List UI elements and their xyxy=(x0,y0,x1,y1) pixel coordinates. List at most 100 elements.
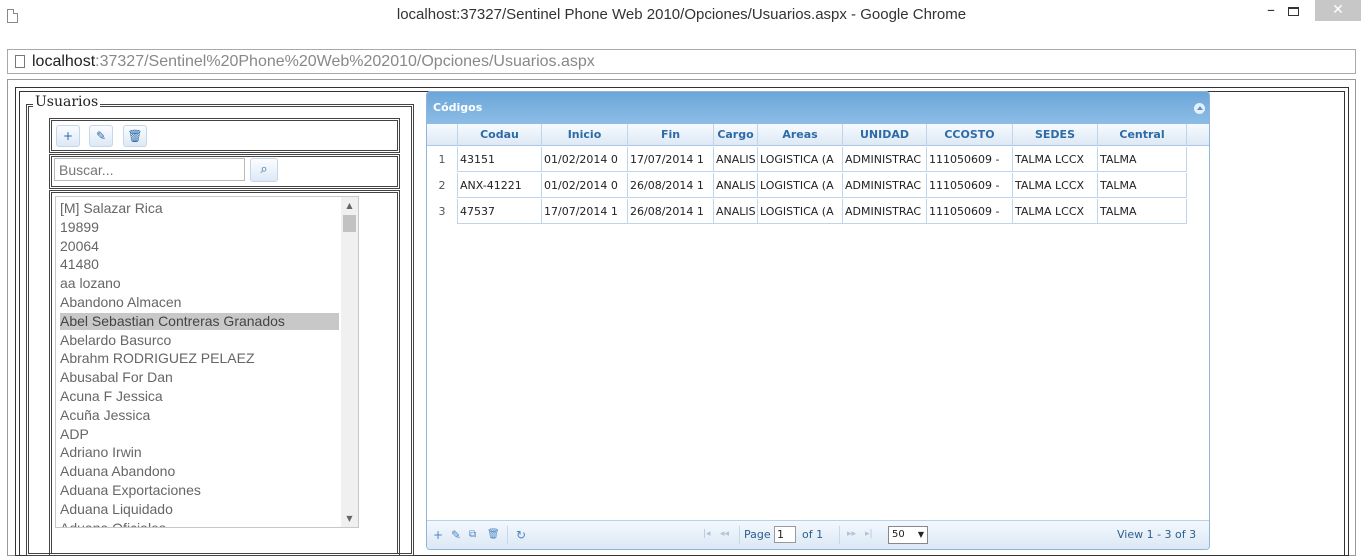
search-input[interactable] xyxy=(54,158,245,181)
user-list-item[interactable]: 41480 xyxy=(60,256,339,273)
user-list[interactable]: [M] Salazar Rica 19899 20064 41480 aa lozano… xyxy=(55,196,359,528)
row-number: 2 xyxy=(427,173,458,198)
user-list-item[interactable]: aa lozano xyxy=(60,275,339,292)
last-page-icon[interactable]: ▸| xyxy=(865,529,873,539)
view-icon[interactable]: ⧉ xyxy=(469,529,476,540)
column-header[interactable] xyxy=(427,124,458,146)
grid-title: Códigos xyxy=(433,101,483,114)
scroll-thumb[interactable] xyxy=(343,215,356,232)
table-cell: 17/07/2014 1 xyxy=(542,199,628,224)
search-button[interactable]: ⌕ xyxy=(250,158,278,182)
table-row[interactable]: 2 ANX-41221 01/02/2014 0 26/08/2014 1 ANALIS… xyxy=(427,173,1187,198)
table-cell: 43151 xyxy=(458,147,542,172)
page-icon xyxy=(15,55,25,68)
user-list-item[interactable]: Acuna F Jessica xyxy=(60,388,339,405)
rows-per-page-value: 50 xyxy=(892,529,905,540)
usuarios-legend: Usuarios xyxy=(33,94,101,110)
user-list-item[interactable]: Abel Sebastian Contreras Granados xyxy=(60,312,339,330)
table-cell: TALMA xyxy=(1098,147,1187,172)
url-host: localhost xyxy=(32,53,96,70)
table-cell: ADMINISTRAC xyxy=(843,147,927,172)
records-info: View 1 - 3 of 3 xyxy=(1117,528,1197,541)
column-header[interactable]: Central xyxy=(1098,124,1187,146)
table-cell: TALMA LCCX xyxy=(1013,147,1098,172)
user-list-item[interactable]: 20064 xyxy=(60,238,339,255)
user-list-item[interactable]: Abelardo Basurco xyxy=(60,332,339,349)
column-header[interactable]: UNIDAD xyxy=(843,124,927,146)
column-header[interactable]: Inicio xyxy=(542,124,628,146)
search-icon: ⌕ xyxy=(260,162,268,177)
edit-icon[interactable]: ✎ xyxy=(451,528,461,542)
next-page-icon[interactable]: ▸▸ xyxy=(847,529,856,539)
user-list-item[interactable]: Acuña Jessica xyxy=(60,407,339,424)
table-cell: LOGISTICA (A xyxy=(758,147,843,172)
table-cell: 26/08/2014 1 xyxy=(628,173,714,198)
user-list-item[interactable]: Aduana Exportaciones xyxy=(60,482,339,499)
page-total: of 1 xyxy=(802,528,824,541)
table-row[interactable]: 1 43151 01/02/2014 0 17/07/2014 1 ANALIS LOGI… xyxy=(427,147,1187,172)
grid-pager: + ✎ ⧉ 🗑 ↻ |◂ ◂◂ Page 1 of 1 ▸▸ ▸| 50 ▼ Vi… xyxy=(427,520,1209,549)
column-header[interactable]: Fin xyxy=(628,124,714,146)
delete-user-button[interactable]: 🗑 xyxy=(123,125,147,147)
table-cell: TALMA xyxy=(1098,199,1187,224)
table-cell: ADMINISTRAC xyxy=(843,173,927,198)
user-list-item[interactable]: Abusabal For Dan xyxy=(60,369,339,386)
close-button[interactable]: ✕ xyxy=(1315,0,1361,21)
maximize-button[interactable] xyxy=(1288,7,1299,16)
table-cell: ANALIS xyxy=(714,147,758,172)
first-page-icon[interactable]: |◂ xyxy=(703,529,711,539)
window-title: localhost:37327/Sentinel Phone Web 2010/… xyxy=(396,6,967,23)
add-user-button[interactable]: + xyxy=(56,125,80,147)
table-cell: 01/02/2014 0 xyxy=(542,147,628,172)
trash-icon[interactable]: 🗑 xyxy=(487,529,500,540)
edit-user-button[interactable]: ✎ xyxy=(89,125,113,147)
scroll-up-icon[interactable]: ▲ xyxy=(341,197,358,214)
pager-separator xyxy=(839,526,840,544)
add-icon[interactable]: + xyxy=(433,528,443,542)
column-header[interactable]: Cargo xyxy=(714,124,758,146)
grid-title-bar: Códigos xyxy=(427,92,1209,124)
pager-separator xyxy=(739,526,740,544)
url-text[interactable]: localhost:37327/Sentinel%20Phone%20Web%2… xyxy=(32,53,595,71)
page-number-input[interactable]: 1 xyxy=(774,526,796,543)
table-cell: 111050609 - xyxy=(927,147,1013,172)
refresh-icon[interactable]: ↻ xyxy=(516,528,526,542)
table-cell: 111050609 - xyxy=(927,173,1013,198)
table-cell: ANALIS xyxy=(714,173,758,198)
minimize-button[interactable]: – xyxy=(1264,2,1278,20)
user-list-item[interactable]: Aduana Abandono xyxy=(60,463,339,480)
user-list-item[interactable]: 19899 xyxy=(60,219,339,236)
user-list-item[interactable]: ADP xyxy=(60,426,339,443)
table-cell: 111050609 - xyxy=(927,199,1013,224)
row-number: 1 xyxy=(427,147,458,172)
user-list-item[interactable]: Abandono Almacen xyxy=(60,294,339,311)
column-header[interactable]: CCOSTO xyxy=(927,124,1013,146)
user-list-item[interactable]: Aduana Oficiales xyxy=(60,520,339,527)
grid-header-row: Codau Inicio Fin Cargo Areas UNIDAD CCOSTO SEDE… xyxy=(427,124,1209,146)
table-cell: ADMINISTRAC xyxy=(843,199,927,224)
table-cell: ANALIS xyxy=(714,199,758,224)
table-row[interactable]: 3 47537 17/07/2014 1 26/08/2014 1 ANALIS LOGI… xyxy=(427,199,1187,224)
table-cell: 26/08/2014 1 xyxy=(628,199,714,224)
table-cell: 17/07/2014 1 xyxy=(628,147,714,172)
trash-icon: 🗑 xyxy=(127,129,143,143)
column-header[interactable]: SEDES xyxy=(1013,124,1098,146)
scroll-down-icon[interactable]: ▼ xyxy=(341,510,358,527)
column-header[interactable]: Codau xyxy=(458,124,542,146)
table-cell: TALMA xyxy=(1098,173,1187,198)
table-cell: TALMA LCCX xyxy=(1013,199,1098,224)
user-list-item[interactable]: Abrahm RODRIGUEZ PELAEZ xyxy=(60,350,339,367)
address-bar[interactable]: localhost:37327/Sentinel%20Phone%20Web%2… xyxy=(7,49,1356,74)
prev-page-icon[interactable]: ◂◂ xyxy=(720,529,729,539)
pencil-icon: ✎ xyxy=(95,129,107,143)
table-cell: LOGISTICA (A xyxy=(758,173,843,198)
user-list-item[interactable]: [M] Salazar Rica xyxy=(60,200,339,217)
codigos-grid: Códigos Codau Inicio Fin Cargo Areas UNIDAD CC… xyxy=(426,91,1210,550)
collapse-icon[interactable] xyxy=(1194,103,1205,114)
table-cell: 01/02/2014 0 xyxy=(542,173,628,198)
list-scrollbar[interactable]: ▲ ▼ xyxy=(341,197,358,527)
user-list-item[interactable]: Aduana Liquidado xyxy=(60,501,339,518)
rows-per-page-select[interactable]: 50 ▼ xyxy=(888,526,928,544)
user-list-item[interactable]: Adriano Irwin xyxy=(60,444,339,461)
column-header[interactable]: Areas xyxy=(758,124,843,146)
